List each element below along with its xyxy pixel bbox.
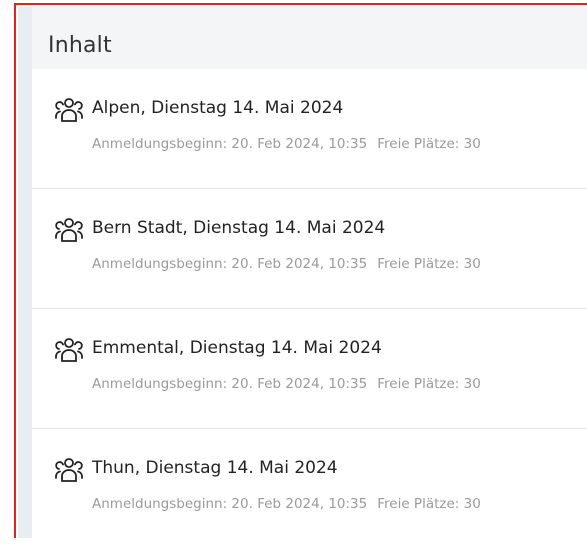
free-seats: Freie Plätze: 30 bbox=[377, 376, 481, 392]
content-panel: Inhalt Alpen, Dienstag 14. Mai 2024 Anme… bbox=[18, 7, 587, 538]
registration-start: Anmeldungsbeginn: 20. Feb 2024, 10:35 bbox=[92, 496, 368, 512]
item-title[interactable]: Thun, Dienstag 14. Mai 2024 bbox=[92, 458, 338, 478]
panel-header: Inhalt bbox=[18, 7, 587, 69]
item-meta: Anmeldungsbeginn: 20. Feb 2024, 10:35 Fre… bbox=[92, 136, 481, 152]
free-seats: Freie Plätze: 30 bbox=[377, 496, 481, 512]
list-item[interactable]: Alpen, Dienstag 14. Mai 2024 Anmeldungsb… bbox=[32, 69, 587, 189]
registration-start: Anmeldungsbeginn: 20. Feb 2024, 10:35 bbox=[92, 256, 368, 272]
item-meta: Anmeldungsbeginn: 20. Feb 2024, 10:35 Fre… bbox=[92, 376, 481, 392]
item-meta: Anmeldungsbeginn: 20. Feb 2024, 10:35 Fre… bbox=[92, 496, 481, 512]
group-icon bbox=[55, 218, 83, 242]
registration-start: Anmeldungsbeginn: 20. Feb 2024, 10:35 bbox=[92, 136, 368, 152]
list-item[interactable]: Emmental, Dienstag 14. Mai 2024 Anmeldun… bbox=[32, 309, 587, 429]
free-seats: Freie Plätze: 30 bbox=[377, 256, 481, 272]
group-icon bbox=[55, 338, 83, 362]
item-title[interactable]: Alpen, Dienstag 14. Mai 2024 bbox=[92, 98, 343, 118]
group-icon bbox=[55, 98, 83, 122]
event-list: Alpen, Dienstag 14. Mai 2024 Anmeldungsb… bbox=[18, 69, 587, 538]
panel-title: Inhalt bbox=[48, 33, 112, 58]
content-frame: Inhalt Alpen, Dienstag 14. Mai 2024 Anme… bbox=[14, 3, 587, 538]
item-title[interactable]: Bern Stadt, Dienstag 14. Mai 2024 bbox=[92, 218, 385, 238]
free-seats: Freie Plätze: 30 bbox=[377, 136, 481, 152]
group-icon bbox=[55, 458, 83, 482]
item-title[interactable]: Emmental, Dienstag 14. Mai 2024 bbox=[92, 338, 382, 358]
list-item[interactable]: Thun, Dienstag 14. Mai 2024 Anmeldungsbe… bbox=[32, 429, 587, 549]
item-meta: Anmeldungsbeginn: 20. Feb 2024, 10:35 Fre… bbox=[92, 256, 481, 272]
registration-start: Anmeldungsbeginn: 20. Feb 2024, 10:35 bbox=[92, 376, 368, 392]
list-item[interactable]: Bern Stadt, Dienstag 14. Mai 2024 Anmeld… bbox=[32, 189, 587, 309]
